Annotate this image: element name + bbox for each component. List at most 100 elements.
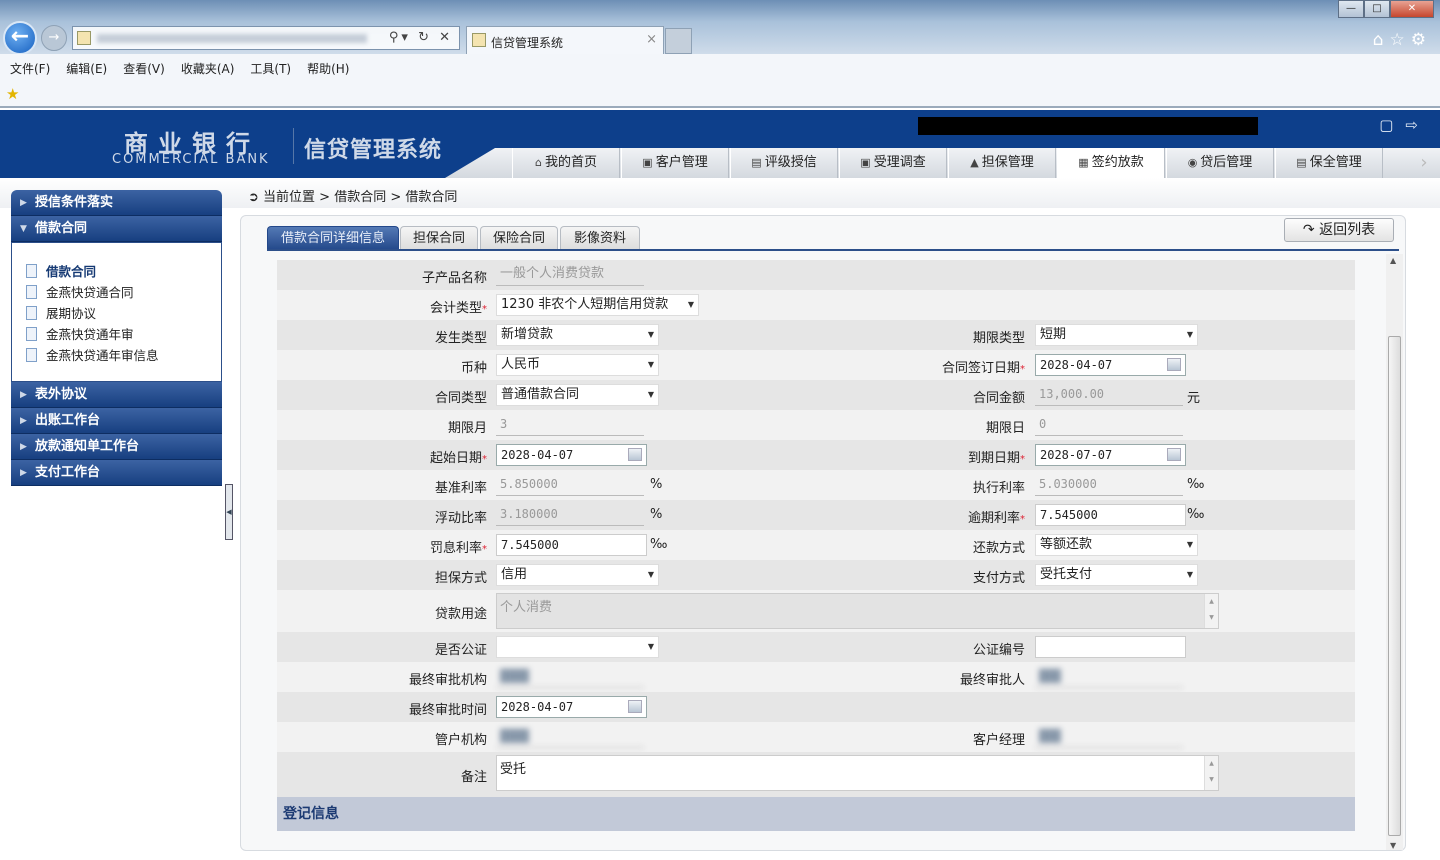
tab-guarantee-contract[interactable]: 担保合同 — [400, 226, 478, 250]
field-label: 期限类型 — [815, 327, 1025, 346]
sidebar-group-notice-desk[interactable]: ▶ 放款通知单工作台 — [11, 434, 222, 460]
scroll-up-icon[interactable]: ▲ — [1390, 256, 1396, 265]
dropdown-arrow-icon[interactable]: ▼ — [648, 385, 654, 405]
calendar-icon[interactable] — [628, 448, 642, 461]
field-label-text: 合同签订日期 — [941, 361, 1020, 376]
customer-icon: ▣ — [642, 156, 653, 169]
desktop-icon[interactable]: ▢ — [1379, 116, 1405, 134]
date-input-起始日期[interactable]: 2028-04-07 — [496, 444, 647, 466]
tab-close-icon[interactable]: × — [646, 32, 657, 47]
date-input-到期日期[interactable]: 2028-07-07 — [1035, 444, 1186, 466]
settings-gear-icon[interactable]: ⚙ — [1411, 30, 1432, 50]
browser-tool-icons[interactable]: ⌂☆⚙ — [1373, 30, 1432, 50]
textarea-scrollbar[interactable]: ▲ ▼ — [1204, 756, 1218, 790]
scroll-thumb[interactable] — [1388, 336, 1401, 836]
select-支付方式[interactable]: 受托支付 ▼ — [1035, 564, 1198, 586]
new-tab-button[interactable] — [665, 28, 692, 54]
sidebar-item-annual-review-info[interactable]: 金燕快贷通年审信息 — [26, 345, 221, 366]
nav-tab-2[interactable]: ▤ 评级授信 — [730, 148, 838, 178]
dropdown-arrow-icon[interactable]: ▼ — [1187, 535, 1193, 555]
tab-insurance-contract[interactable]: 保险合同 — [480, 226, 558, 250]
field-label-text: 最终审批人 — [959, 673, 1025, 688]
select-担保方式[interactable]: 信用 ▼ — [496, 564, 659, 586]
browser-tab[interactable]: 信贷管理系统 × — [466, 26, 664, 54]
dropdown-arrow-icon[interactable]: ▼ — [1187, 565, 1193, 585]
vertical-scrollbar[interactable]: ▲ ▼ — [1386, 254, 1403, 850]
nav-tab-label: 评级授信 — [764, 155, 817, 170]
form-row: 罚息利率* 7.545000 ‰ 还款方式 等额还款 ▼ — [277, 530, 1355, 560]
address-bar[interactable]: ⚲▾ ↻ ✕ — [72, 26, 460, 50]
dropdown-arrow-icon[interactable]: ▼ — [648, 565, 654, 585]
date-input-合同签订日期[interactable]: 2028-04-07 — [1035, 354, 1186, 376]
sidebar-item-jinyan-contract[interactable]: 金燕快贷通合同 — [26, 282, 221, 303]
scroll-down-icon[interactable]: ▼ — [1390, 841, 1396, 850]
breadcrumb: ➲ 当前位置 > 借款合同 > 借款合同 — [248, 186, 457, 205]
menu-help[interactable]: 帮助(H) — [307, 60, 349, 80]
sidebar-group-label: 授信条件落实 — [35, 195, 114, 210]
textarea-remarks[interactable]: 受托 ▲ ▼ — [496, 755, 1219, 791]
sidebar-group-disbursement-desk[interactable]: ▶ 出账工作台 — [11, 408, 222, 434]
select-币种[interactable]: 人民币 ▼ — [496, 354, 659, 376]
menu-bar: 文件(F) 编辑(E) 查看(V) 收藏夹(A) 工具(T) 帮助(H) — [0, 54, 1440, 80]
nav-tab-5[interactable]: ▦ 签约放款 — [1057, 148, 1165, 180]
favorites-star-icon[interactable]: ☆ — [1390, 30, 1411, 50]
field-label-text: 管户机构 — [434, 733, 487, 748]
select-合同类型[interactable]: 普通借款合同 ▼ — [496, 384, 659, 406]
text-input-公证编号[interactable] — [1035, 636, 1186, 658]
back-to-list-button[interactable]: ↷ 返回列表 — [1284, 218, 1394, 242]
nav-tab-4[interactable]: ▲ 担保管理 — [948, 148, 1056, 178]
menu-file[interactable]: 文件(F) — [10, 60, 50, 80]
date-input-最终审批时间[interactable]: 2028-04-07 — [496, 696, 647, 718]
text-input-罚息利率[interactable]: 7.545000 — [496, 534, 647, 556]
calendar-icon[interactable] — [1167, 358, 1181, 371]
sidebar-item-extension[interactable]: 展期协议 — [26, 303, 221, 324]
select-还款方式[interactable]: 等额还款 ▼ — [1035, 534, 1198, 556]
sidebar-group-offbalance[interactable]: ▶ 表外协议 — [11, 382, 222, 408]
select-是否公证[interactable]: ▼ — [496, 636, 659, 658]
sidebar-group-loan-contract[interactable]: ▼ 借款合同 — [11, 216, 222, 242]
menu-tools[interactable]: 工具(T) — [250, 60, 291, 80]
sidebar-item-annual-review[interactable]: 金燕快贷通年审 — [26, 324, 221, 345]
dropdown-arrow-icon[interactable]: ▼ — [648, 637, 654, 657]
menu-view[interactable]: 查看(V) — [123, 60, 165, 80]
close-window-button[interactable]: ✕ — [1390, 0, 1434, 18]
text-input-逾期利率[interactable]: 7.545000 — [1035, 504, 1186, 526]
select-发生类型[interactable]: 新增贷款 ▼ — [496, 324, 659, 346]
document-icon — [26, 306, 37, 320]
maximize-button[interactable]: □ — [1364, 0, 1390, 18]
sidebar-collapse-handle[interactable]: ◀ — [225, 484, 233, 540]
nav-tab-1[interactable]: ▣ 客户管理 — [621, 148, 729, 178]
sidebar-item-label: 金燕快贷通年审信息 — [46, 348, 159, 363]
select-会计类型[interactable]: 1230 非农个人短期信用贷款 ▼ — [496, 294, 699, 316]
nav-tab-6[interactable]: ◉ 贷后管理 — [1166, 148, 1274, 178]
tab-loan-contract-details[interactable]: 借款合同详细信息 — [267, 226, 399, 250]
dropdown-arrow-icon[interactable]: ▼ — [648, 325, 654, 345]
calendar-icon[interactable] — [1167, 448, 1181, 461]
back-button[interactable]: ← — [3, 21, 37, 55]
menu-edit[interactable]: 编辑(E) — [66, 60, 107, 80]
dropdown-arrow-icon[interactable]: ▼ — [648, 355, 654, 375]
dropdown-arrow-icon[interactable]: ▼ — [1187, 325, 1193, 345]
location-icon: ➲ — [248, 190, 264, 205]
nav-tab-0[interactable]: ⌂ 我的首页 — [512, 148, 620, 178]
form-row: 贷款用途 个人消费 ▲ ▼ — [277, 590, 1355, 632]
nav-tab-3[interactable]: ▣ 受理调查 — [839, 148, 947, 178]
minimize-button[interactable]: — — [1338, 0, 1364, 18]
field-value: 7.545000 — [501, 538, 559, 552]
nav-scroll-right-icon[interactable]: › — [1408, 148, 1440, 178]
home-icon[interactable]: ⌂ — [1373, 30, 1390, 50]
sidebar-item-loan-contract[interactable]: 借款合同 — [26, 261, 221, 282]
sidebar-group-credit-conditions[interactable]: ▶ 授信条件落实 — [11, 190, 222, 216]
calendar-icon[interactable] — [628, 700, 642, 713]
address-controls[interactable]: ⚲▾ ↻ ✕ — [389, 30, 453, 45]
menu-favorites[interactable]: 收藏夹(A) — [181, 60, 235, 80]
sidebar-group-payment-desk[interactable]: ▶ 支付工作台 — [11, 460, 222, 486]
textarea-scrollbar[interactable]: ▲ ▼ — [1204, 594, 1218, 628]
tab-image-materials[interactable]: 影像资料 — [560, 226, 640, 250]
logout-icon[interactable]: ⇨ — [1405, 116, 1430, 134]
select-期限类型[interactable]: 短期 ▼ — [1035, 324, 1198, 346]
nav-tab-7[interactable]: ▤ 保全管理 — [1275, 148, 1383, 178]
add-favorite-icon[interactable]: ★ — [6, 85, 19, 103]
dropdown-arrow-icon[interactable]: ▼ — [688, 295, 694, 315]
forward-button[interactable]: → — [41, 25, 67, 51]
